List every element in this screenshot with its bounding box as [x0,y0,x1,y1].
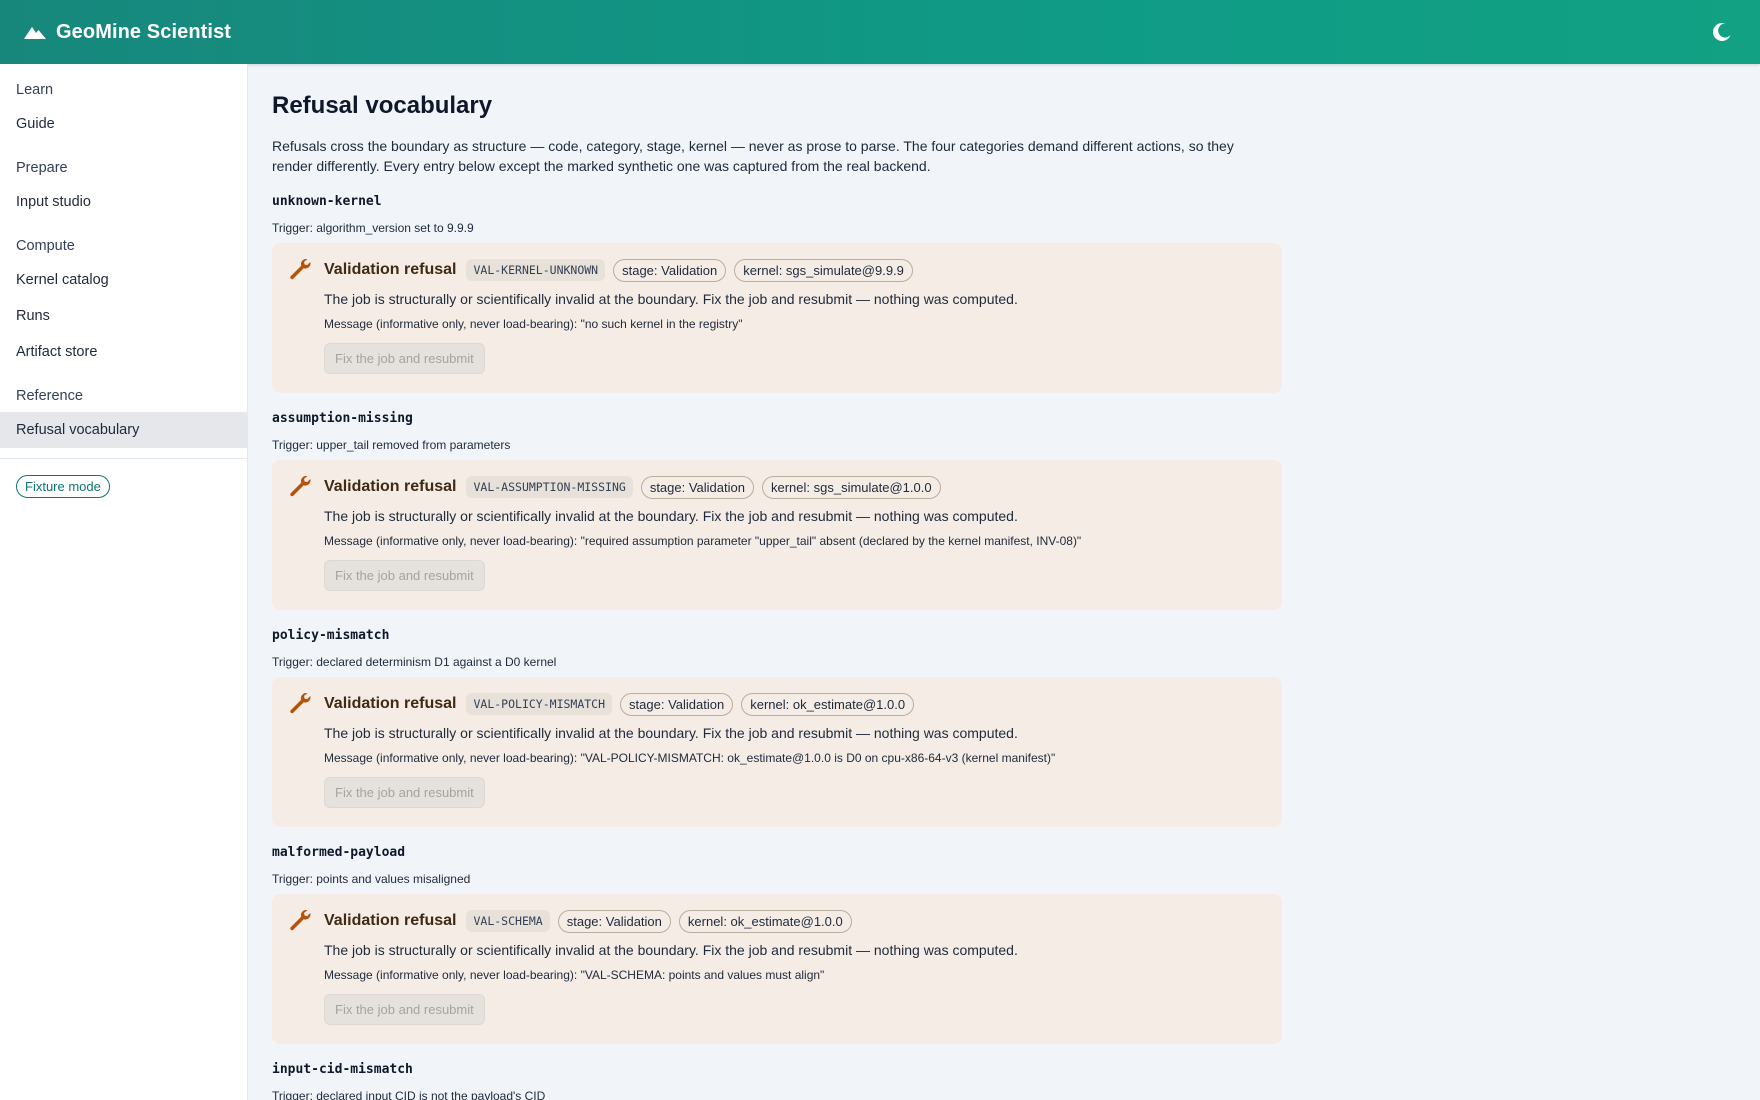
fix-and-resubmit-button[interactable]: Fix the job and resubmit [324,777,485,808]
refusal-entry: malformed-payload Trigger: points and val… [272,845,1282,1044]
page-intro: Refusals cross the boundary as structure… [272,138,1234,174]
refusal-category: Validation refusal [324,912,457,929]
kernel-pill: kernel: sgs_simulate@9.9.9 [734,258,913,282]
refusal-category: Validation refusal [324,478,457,495]
refusal-entry: policy-mismatch Trigger: declared determi… [272,628,1282,827]
entry-id: assumption-missing [272,411,413,426]
refusal-description: The job is structurally or scientificall… [324,508,1018,524]
stage-pill: stage: Validation [557,909,671,933]
wrench-icon [290,259,311,280]
kernel-pill: kernel: ok_estimate@1.0.0 [678,909,852,933]
refusal-card-header: Validation refusal VAL-ASSUMPTION-MISSING… [324,474,1266,500]
theme-toggle-button[interactable] [1710,20,1734,44]
refusal-card-header: Validation refusal VAL-POLICY-MISMATCH sta… [324,691,1266,717]
refusal-entry: assumption-missing Trigger: upper_tail re… [272,411,1282,610]
main-content: Refusal vocabulary Refusals cross the bo… [272,64,1282,1100]
refusal-code-chip: VAL-POLICY-MISMATCH [466,693,613,715]
nav-section-reference: Reference [16,388,83,404]
refusal-description: The job is structurally or scientificall… [324,942,1018,958]
entry-id: malformed-payload [272,845,406,860]
brand[interactable]: GeoMine Scientist [24,21,231,44]
entry-trigger: Trigger: points and values misaligned [272,872,471,886]
entry-trigger: Trigger: declared determinism D1 against… [272,655,557,669]
fix-and-resubmit-button[interactable]: Fix the job and resubmit [324,560,485,591]
app-title: GeoMine Scientist [56,20,232,43]
entry-id: input-cid-mismatch [272,1062,413,1077]
refusal-code-chip: VAL-KERNEL-UNKNOWN [466,259,606,281]
fixture-mode-badge: Fixture mode [16,475,110,498]
refusal-category: Validation refusal [324,261,457,278]
sidebar-divider [0,458,247,459]
entry-trigger: Trigger: upper_tail removed from paramet… [272,438,511,452]
sidebar-item-guide[interactable]: Guide [0,106,247,142]
entry-trigger: Trigger: declared input CID is not the p… [272,1089,546,1100]
mountain-icon [24,27,46,39]
nav-section-prepare: Prepare [16,160,68,176]
entry-id: unknown-kernel [272,194,382,209]
refusal-message: Message (informative only, never load-be… [324,968,825,982]
refusal-card: Validation refusal VAL-KERNEL-UNKNOWN stag… [272,243,1282,393]
refusal-message: Message (informative only, never load-be… [324,751,1056,765]
page-title: Refusal vocabulary [272,92,493,119]
top-bar: GeoMine Scientist [0,0,1760,64]
stage-pill: stage: Validation [640,475,754,499]
wrench-icon [290,910,311,931]
sidebar: Learn Guide Prepare Input studio Compute Kern… [0,64,248,1100]
nav-section-compute: Compute [16,238,75,254]
refusal-category: Validation refusal [324,695,457,712]
moon-icon [1713,22,1731,41]
sidebar-item-artifact-store[interactable]: Artifact store [0,334,247,370]
refusal-card: Validation refusal VAL-SCHEMA stage: Valid… [272,894,1282,1044]
refusal-card: Validation refusal VAL-ASSUMPTION-MISSING… [272,460,1282,610]
refusal-message: Message (informative only, never load-be… [324,534,1082,548]
fix-and-resubmit-button[interactable]: Fix the job and resubmit [324,994,485,1025]
nav-section-learn: Learn [16,82,54,98]
refusal-message: Message (informative only, never load-be… [324,317,743,331]
entry-trigger: Trigger: algorithm_version set to 9.9.9 [272,221,474,235]
refusal-card-header: Validation refusal VAL-KERNEL-UNKNOWN stag… [324,257,1266,283]
sidebar-item-refusal-vocabulary[interactable]: Refusal vocabulary [0,412,247,448]
refusal-code-chip: VAL-SCHEMA [466,910,550,932]
refusal-description: The job is structurally or scientificall… [324,725,1018,741]
refusal-description: The job is structurally or scientificall… [324,291,1018,307]
stage-pill: stage: Validation [613,258,727,282]
sidebar-item-kernel-catalog[interactable]: Kernel catalog [0,262,247,298]
sidebar-nav: Learn Guide Prepare Input studio Compute Kern… [0,74,247,448]
wrench-icon [290,693,311,714]
refusal-list: unknown-kernel Trigger: algorithm_version… [272,194,1282,1100]
sidebar-item-input-studio[interactable]: Input studio [0,184,247,220]
kernel-pill: kernel: sgs_simulate@1.0.0 [761,475,941,499]
refusal-code-chip: VAL-ASSUMPTION-MISSING [466,476,633,498]
fix-and-resubmit-button[interactable]: Fix the job and resubmit [324,343,485,374]
entry-id: policy-mismatch [272,628,390,643]
refusal-card: Validation refusal VAL-POLICY-MISMATCH sta… [272,677,1282,827]
stage-pill: stage: Validation [620,692,734,716]
wrench-icon [290,476,311,497]
refusal-card-header: Validation refusal VAL-SCHEMA stage: Valid… [324,908,1266,934]
kernel-pill: kernel: ok_estimate@1.0.0 [741,692,915,716]
sidebar-item-runs[interactable]: Runs [0,298,247,334]
refusal-entry: input-cid-mismatch Trigger: declared inpu… [272,1062,1282,1100]
refusal-entry: unknown-kernel Trigger: algorithm_version… [272,194,1282,393]
